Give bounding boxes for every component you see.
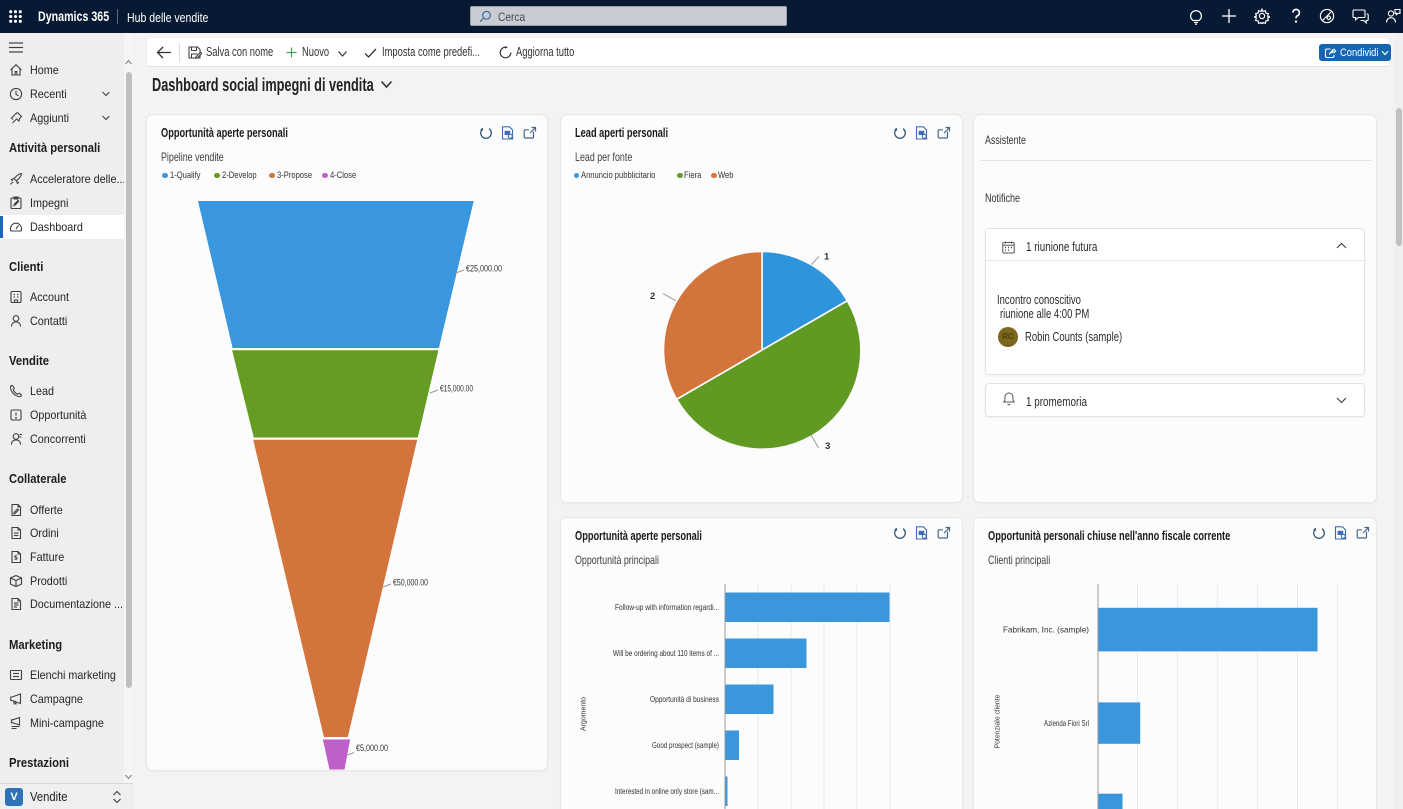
svg-text:Good prospect (sample): Good prospect (sample) xyxy=(652,740,719,750)
svg-text:€15,000.00: €15,000.00 xyxy=(440,384,473,395)
svg-text:Fabrikam, Inc. (sample): Fabrikam, Inc. (sample) xyxy=(1003,625,1089,635)
svg-text:Will be ordering about 110 ite: Will be ordering about 110 items of ... xyxy=(613,648,719,658)
svg-text:€50,000.00: €50,000.00 xyxy=(393,578,428,589)
svg-text:€25,000.00: €25,000.00 xyxy=(466,264,502,275)
svg-text:Opportunità di business: Opportunità di business xyxy=(650,694,719,704)
svg-text:Azienda Fiori Srl: Azienda Fiori Srl xyxy=(1044,718,1089,728)
svg-text:Argomento: Argomento xyxy=(579,697,588,731)
svg-text:Potenziale cliente: Potenziale cliente xyxy=(993,695,1002,749)
svg-text:1: 1 xyxy=(824,252,830,263)
svg-text:€5,000.00: €5,000.00 xyxy=(356,743,388,754)
svg-text:3: 3 xyxy=(825,441,830,452)
svg-text:2: 2 xyxy=(650,291,655,302)
svg-text:Interested in online only stor: Interested in online only store (sam... xyxy=(615,786,719,796)
svg-text:Follow-up with information reg: Follow-up with information regardi... xyxy=(615,602,719,612)
